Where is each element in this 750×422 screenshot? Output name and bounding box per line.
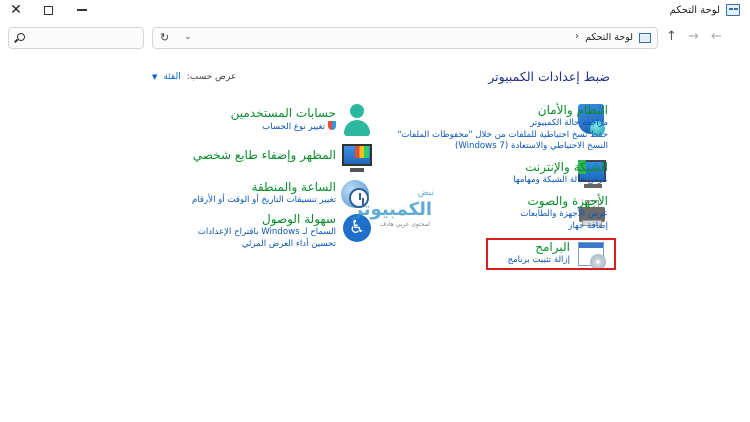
category-title[interactable]: الشبكة والإنترنت xyxy=(513,160,608,175)
view-by-label: عرض حسب: xyxy=(186,72,237,82)
appearance-icon[interactable] xyxy=(341,142,373,174)
forward-arrow-icon[interactable]: → xyxy=(688,29,699,44)
link-suggest-settings[interactable]: السماح لـ Windows باقتراح الإعدادات xyxy=(198,227,336,239)
control-panel-icon xyxy=(726,4,740,16)
page-title: ضبط إعدادات الكمبيوتر xyxy=(488,69,610,84)
link-backup-restore[interactable]: النسخ الاحتياطي والاستعادة (Windows 7) xyxy=(397,141,608,153)
search-input[interactable] xyxy=(31,31,139,45)
category-network: الشبكة والإنترنت عرض حالة الشبكة ومهامها xyxy=(513,160,608,187)
clock-icon[interactable] xyxy=(341,180,373,212)
window-title: لوحة التحكم xyxy=(669,5,720,16)
category-user-accounts: حسابات المستخدمين تغيير نوع الحساب xyxy=(231,106,336,134)
link-review-status[interactable]: مراجعة حالة الكمبيوتر xyxy=(397,118,608,130)
breadcrumb-separator-icon[interactable]: › xyxy=(575,31,579,42)
link-devices-printers[interactable]: عرض الأجهزة والطابعات xyxy=(520,209,608,221)
up-arrow-icon[interactable]: ↑ xyxy=(666,29,677,44)
category-ease-of-access: سهولة الوصول السماح لـ Windows باقتراح ا… xyxy=(198,212,336,250)
category-title[interactable]: النظام والأمان xyxy=(397,103,608,118)
uac-shield-icon xyxy=(328,121,336,130)
address-bar[interactable]: ↻ ⌄ › لوحة التحكم xyxy=(152,27,658,49)
watermark-top: نبض xyxy=(417,188,434,198)
category-system-security: النظام والأمان مراجعة حالة الكمبيوتر حفظ… xyxy=(397,103,608,153)
accessibility-icon[interactable]: ♿ xyxy=(341,212,373,244)
back-arrow-icon[interactable]: ← xyxy=(711,29,722,44)
search-box[interactable] xyxy=(8,27,144,49)
link-label: تغيير نوع الحساب xyxy=(262,122,325,132)
search-icon xyxy=(17,33,25,41)
category-appearance: المظهر وإضفاء طابع شخصي xyxy=(193,148,336,163)
category-title[interactable]: المظهر وإضفاء طابع شخصي xyxy=(193,148,336,163)
watermark-sub: لمحتوى عربي هادف xyxy=(379,221,430,228)
category-title[interactable]: الساعة والمنطقة xyxy=(192,180,336,195)
category-clock-region: الساعة والمنطقة تغيير تنسيقات التاريخ أو… xyxy=(192,180,336,207)
link-optimize-display[interactable]: تحسين أداء العرض المرئي xyxy=(198,239,336,251)
title-bar: ✕ لوحة التحكم xyxy=(0,0,750,22)
breadcrumb-control-panel-icon xyxy=(639,33,651,43)
user-icon[interactable] xyxy=(341,104,373,136)
view-by-select[interactable]: الفئة xyxy=(163,72,180,82)
programs-highlight-box xyxy=(486,238,616,270)
maximize-icon[interactable] xyxy=(40,2,56,18)
category-hardware-sound: الأجهزة والصوت عرض الأجهزة والطابعات إضا… xyxy=(520,194,608,232)
link-network-status[interactable]: عرض حالة الشبكة ومهامها xyxy=(513,175,608,187)
minimize-icon[interactable] xyxy=(74,2,90,18)
breadcrumb-control-panel[interactable]: لوحة التحكم xyxy=(585,32,633,43)
category-title[interactable]: الأجهزة والصوت xyxy=(520,194,608,209)
category-title[interactable]: سهولة الوصول xyxy=(198,212,336,227)
refresh-icon[interactable]: ↻ xyxy=(160,31,169,44)
dropdown-triangle-icon[interactable]: ▼ xyxy=(152,73,157,81)
link-add-device[interactable]: إضافة جهاز xyxy=(520,221,608,233)
link-change-date-formats[interactable]: تغيير تنسيقات التاريخ أو الوقت أو الأرقا… xyxy=(192,195,336,207)
close-icon[interactable]: ✕ xyxy=(8,2,24,18)
category-title[interactable]: حسابات المستخدمين xyxy=(231,106,336,121)
link-file-history[interactable]: حفظ نُسخ احتياطية للملفات من خلال "محفوظ… xyxy=(397,130,608,142)
history-dropdown-icon[interactable]: ⌄ xyxy=(184,32,192,42)
view-by: عرض حسب: الفئة ▼ xyxy=(152,72,236,82)
link-change-account-type[interactable]: تغيير نوع الحساب xyxy=(231,121,336,134)
